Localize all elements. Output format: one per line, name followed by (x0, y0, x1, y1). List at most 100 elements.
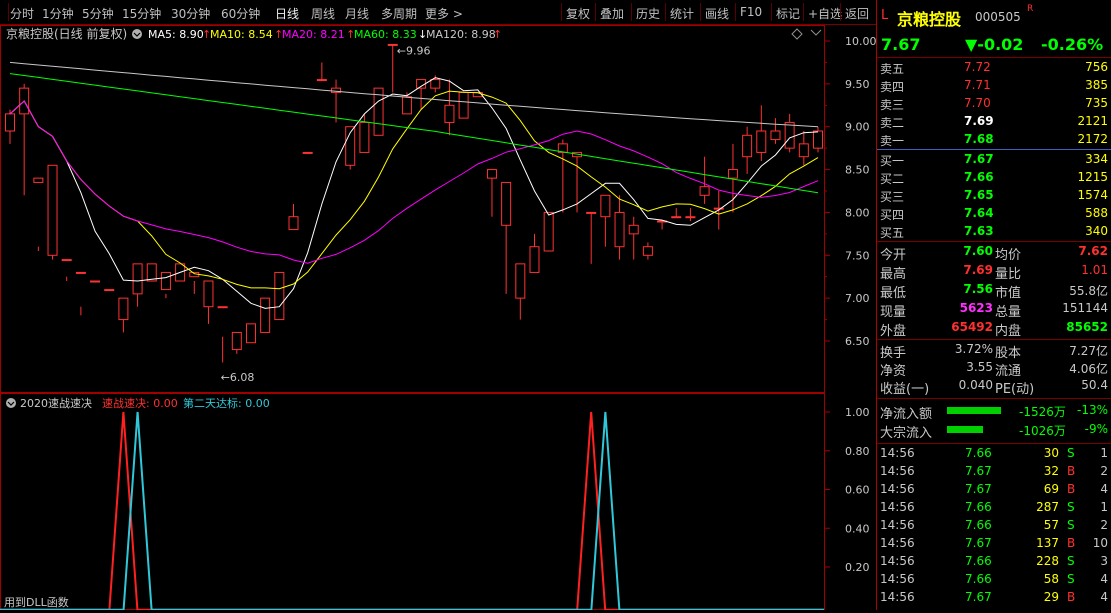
candle-body-up[interactable] (642, 246, 653, 256)
period-tab-8[interactable]: 月线 (345, 5, 369, 22)
candle-body-up[interactable] (713, 207, 724, 210)
action-button-8[interactable]: 返回 (845, 5, 869, 22)
candle-body-up[interactable] (813, 130, 823, 149)
bid-label: 买五 (880, 226, 905, 240)
period-tab-1[interactable]: 1分钟 (42, 5, 74, 22)
period-tab-7[interactable]: 周线 (311, 5, 335, 22)
kline-chart[interactable]: 京粮控股(日线 前复权) MA5: 8.90↑MA10: 8.54 ↑MA20: 8… (0, 25, 877, 611)
candle-body-up[interactable] (274, 271, 285, 321)
candle-body-up[interactable] (543, 211, 554, 252)
divider (877, 241, 1111, 242)
action-button-0[interactable]: 复权 (566, 5, 590, 22)
action-button-5[interactable]: F10 (740, 5, 762, 19)
candle-body-up[interactable] (501, 181, 512, 226)
candle-body-up[interactable] (685, 216, 696, 219)
action-button-4[interactable]: 画线 (705, 5, 729, 22)
bid-row[interactable]: 买四 7.64 588 (877, 205, 1111, 223)
trade-side: S (1067, 518, 1075, 532)
action-button-3[interactable]: 统计 (670, 5, 694, 22)
ask-row[interactable]: 卖一 7.68 2172 (877, 131, 1111, 149)
ask-row[interactable]: 卖三 7.70 735 (877, 95, 1111, 113)
candle-body-up[interactable] (458, 91, 469, 119)
candle-body-up[interactable] (742, 134, 753, 158)
diamond-icon[interactable] (791, 28, 803, 40)
candle-body-up[interactable] (614, 211, 625, 248)
bid-row[interactable]: 买五 7.63 340 (877, 223, 1111, 241)
candle-body-up[interactable] (784, 121, 795, 149)
candle-body-up[interactable] (33, 177, 44, 183)
candle-body-up[interactable] (359, 121, 370, 153)
candle-body-up[interactable] (699, 186, 710, 196)
candle-body-up[interactable] (75, 271, 86, 274)
period-tab-6[interactable]: 日线 (275, 5, 299, 22)
bid-row[interactable]: 买三 7.65 1574 (877, 187, 1111, 205)
action-button-7[interactable]: +自选 (808, 5, 842, 22)
stat-label: 市值 (995, 286, 1022, 301)
bid-price: 7.66 (964, 170, 994, 184)
candle-body-up[interactable] (444, 104, 455, 123)
dropdown-icon[interactable] (132, 29, 142, 39)
candle-body-up[interactable] (756, 130, 767, 153)
candle-body-up[interactable] (430, 79, 441, 89)
period-tab-10[interactable]: 更多 > (425, 5, 463, 22)
trade-price: 7.67 (965, 590, 992, 604)
candle-body-up[interactable] (515, 263, 526, 299)
candle-body-up[interactable] (132, 263, 143, 295)
indicator-menu-icon[interactable] (6, 398, 16, 408)
action-button-2[interactable]: 历史 (636, 5, 660, 22)
candle-body-up[interactable] (231, 331, 242, 351)
stat-label: 最高 (880, 267, 907, 282)
candle-body-up[interactable] (61, 259, 72, 262)
candle-body-up[interactable] (245, 323, 256, 344)
bid-row[interactable]: 买二 7.66 1215 (877, 169, 1111, 187)
stat-row: 最高 7.69 量比 1.01 (877, 262, 1111, 282)
candle-body-up[interactable] (160, 271, 171, 291)
bid-price: 7.67 (964, 152, 994, 166)
period-tab-5[interactable]: 60分钟 (221, 5, 260, 22)
flow-bar (947, 407, 1001, 414)
action-button-6[interactable]: 标记 (776, 5, 800, 22)
period-tab-3[interactable]: 15分钟 (122, 5, 161, 22)
candle-body-up[interactable] (260, 297, 271, 333)
flow-value: -1026万 (1019, 424, 1066, 438)
indicator-title: 2020速战速决 (20, 397, 92, 410)
candle-body-up[interactable] (401, 96, 412, 115)
period-tab-9[interactable]: 多周期 (381, 5, 417, 22)
ask-row[interactable]: 卖四 7.71 385 (877, 77, 1111, 95)
bid-row[interactable]: 买一 7.67 334 (877, 151, 1111, 169)
candle-body-up[interactable] (288, 216, 299, 231)
period-tab-0[interactable]: 分时 (10, 5, 34, 22)
ask-row[interactable]: 卖二 7.69 2121 (877, 113, 1111, 131)
candle-body-up[interactable] (727, 169, 738, 179)
candle-body-up[interactable] (104, 289, 115, 292)
candle-body-up[interactable] (798, 143, 809, 158)
candle-body-up[interactable] (316, 79, 327, 82)
candle-body-up[interactable] (5, 113, 15, 132)
candle-body-up[interactable] (628, 224, 639, 235)
price-change: ▼-0.02 (965, 35, 1024, 54)
stat-value: 65492 (951, 320, 993, 334)
candle-body-up[interactable] (529, 246, 540, 273)
ask-row[interactable]: 卖五 7.72 756 (877, 59, 1111, 77)
action-button-1[interactable]: 叠加 (600, 5, 624, 22)
candle-body-up[interactable] (203, 280, 214, 308)
ask-volume: 735 (1085, 96, 1108, 110)
candle-body-up[interactable] (600, 194, 611, 218)
candle-body-up[interactable] (770, 130, 781, 141)
candle-body-up[interactable] (586, 211, 597, 214)
trade-time: 14:56 (880, 572, 915, 586)
fin-row: 收益(一) 0.040 PE(动) 50.4 (877, 377, 1111, 397)
candle-body-up[interactable] (486, 169, 497, 179)
period-tab-4[interactable]: 30分钟 (171, 5, 210, 22)
period-tab-2[interactable]: 5分钟 (82, 5, 114, 22)
trade-side: B (1067, 590, 1076, 604)
candle-body-up[interactable] (217, 306, 228, 309)
candle-body-up[interactable] (302, 151, 313, 154)
stat-value: 85652 (1066, 320, 1108, 334)
collapse-icon[interactable] (810, 29, 822, 36)
candle-body-up[interactable] (671, 216, 682, 219)
candle-body-up[interactable] (47, 164, 58, 256)
trade-count: 10 (1092, 536, 1108, 550)
candle-body-up[interactable] (118, 297, 129, 321)
candle-body-up[interactable] (90, 280, 101, 283)
